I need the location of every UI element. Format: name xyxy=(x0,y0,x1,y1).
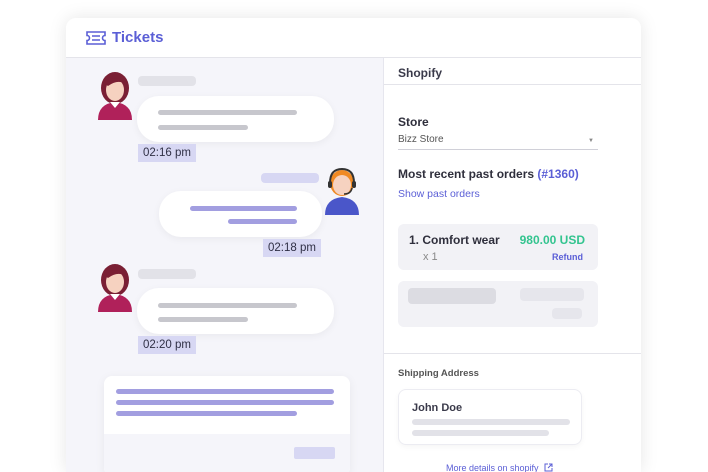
reply-composer[interactable] xyxy=(104,376,350,472)
sender-name-placeholder xyxy=(138,76,196,86)
shopify-panel: Shopify Store Bizz Store ▼ Most recent p… xyxy=(383,58,641,472)
tickets-header: Tickets xyxy=(66,18,641,58)
recent-order-id[interactable]: (#1360) xyxy=(537,167,578,181)
customer-avatar-icon xyxy=(98,72,132,120)
recent-orders-label: Most recent past orders xyxy=(398,167,535,181)
order-price: 980.00 USD xyxy=(519,233,585,247)
order-card: 1. Comfort wear x 1 980.00 USD Refund xyxy=(398,224,598,270)
chat-panel[interactable]: 02:16 pm 02:18 pm 02:20 pm xyxy=(66,58,383,472)
chevron-down-icon[interactable]: ▼ xyxy=(588,138,594,144)
order-quantity: x 1 xyxy=(423,251,438,263)
sender-name-placeholder xyxy=(138,269,196,279)
order-name: 1. Comfort wear xyxy=(409,233,500,247)
message-timestamp: 02:20 pm xyxy=(138,336,196,354)
address-card: John Doe xyxy=(398,389,582,445)
divider xyxy=(384,84,641,85)
ticket-icon xyxy=(86,30,106,45)
order-card-placeholder xyxy=(398,281,598,327)
recent-orders-heading: Most recent past orders (#1360) xyxy=(398,167,579,181)
external-link-icon xyxy=(544,463,553,472)
message-timestamp: 02:18 pm xyxy=(263,239,321,257)
divider xyxy=(384,353,641,354)
message-timestamp: 02:16 pm xyxy=(138,144,196,162)
panel-title: Shopify xyxy=(398,66,442,80)
more-details-link[interactable]: More details on shopify xyxy=(446,463,553,472)
customer-avatar-icon xyxy=(98,264,132,312)
page-title: Tickets xyxy=(112,29,164,46)
send-button[interactable] xyxy=(294,447,335,459)
refund-link[interactable]: Refund xyxy=(552,252,583,262)
message-bubble xyxy=(137,288,334,334)
shipping-address-title: Shipping Address xyxy=(398,368,479,379)
more-details-label: More details on shopify xyxy=(446,463,539,472)
agent-name-placeholder xyxy=(261,173,319,183)
agent-avatar-icon xyxy=(325,167,359,215)
tickets-window: Tickets 02:16 pm 02:18 pm 02:20 pm Shopi… xyxy=(66,18,641,472)
message-bubble xyxy=(159,191,322,237)
message-bubble xyxy=(137,96,334,142)
store-select[interactable]: Bizz Store xyxy=(398,134,444,145)
store-select-underline xyxy=(398,149,598,150)
store-label: Store xyxy=(398,115,429,129)
address-name: John Doe xyxy=(412,402,463,414)
show-past-orders-link[interactable]: Show past orders xyxy=(398,188,480,200)
